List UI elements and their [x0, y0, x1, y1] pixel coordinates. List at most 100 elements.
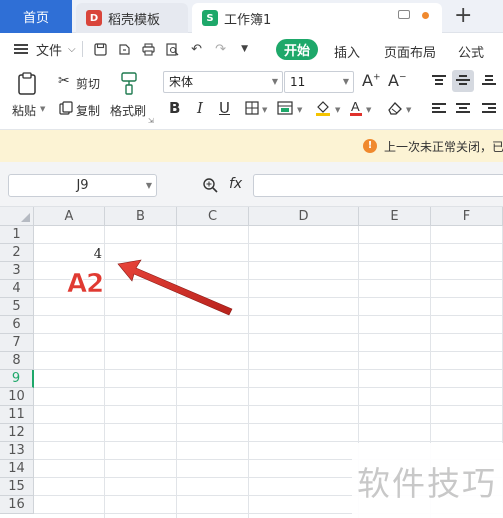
formula-bar: J9 ▼ fx — [0, 162, 503, 207]
merge-dropdown-icon[interactable]: ▼ — [297, 106, 302, 114]
export-icon[interactable] — [118, 42, 132, 56]
row-header-13[interactable]: 13 — [0, 442, 34, 460]
font-color-dropdown-icon[interactable]: ▼ — [366, 106, 371, 114]
cell-A2[interactable]: 4 — [34, 246, 105, 263]
chevron-down-icon: ▼ — [342, 77, 349, 86]
gridline-horizontal — [34, 333, 503, 334]
align-center-icon[interactable] — [456, 103, 470, 113]
gridline-horizontal — [34, 423, 503, 424]
column-header-F[interactable]: F — [431, 207, 503, 226]
align-right-icon[interactable] — [482, 103, 496, 113]
column-header-D[interactable]: D — [249, 207, 359, 226]
chevron-down-icon: ▼ — [271, 77, 278, 86]
monitor-icon[interactable] — [398, 10, 410, 19]
svg-text:A: A — [351, 99, 360, 114]
select-all-corner[interactable] — [0, 207, 34, 226]
row-header-16[interactable]: 16 — [0, 496, 34, 514]
tab-template[interactable]: D 稻壳模板 — [76, 3, 188, 33]
row-header-11[interactable]: 11 — [0, 406, 34, 424]
file-menu[interactable]: 文件 — [36, 40, 62, 59]
tab-formula[interactable]: 公式 — [458, 42, 484, 61]
align-top-icon[interactable] — [432, 75, 446, 85]
row-header-7[interactable]: 7 — [0, 334, 34, 352]
paste-dropdown-icon[interactable]: ▼ — [40, 105, 45, 113]
hamburger-icon[interactable] — [14, 44, 28, 54]
clear-dropdown-icon[interactable]: ▼ — [406, 106, 411, 114]
row-header-12[interactable]: 12 — [0, 424, 34, 442]
tab-insert[interactable]: 插入 — [334, 42, 360, 61]
gridline-horizontal — [34, 297, 503, 298]
font-name-select[interactable]: 宋体 ▼ — [163, 71, 283, 93]
column-header-B[interactable]: B — [105, 207, 177, 226]
format-painter-button[interactable]: 格式刷 — [110, 102, 146, 119]
more-dropdown-icon[interactable]: ▼ — [238, 42, 252, 56]
column-header-A[interactable]: A — [34, 207, 105, 226]
paste-button[interactable]: 粘贴 — [12, 102, 36, 119]
chevron-down-icon[interactable]: ⌵ — [68, 44, 76, 55]
ribbon: 粘贴 ▼ ✂ 剪切 复制 格式刷 ⇲ 宋体 ▼ 11 ▼ A+ A− B I U… — [0, 65, 503, 130]
borders-dropdown-icon[interactable]: ▼ — [262, 106, 267, 114]
print-preview-icon[interactable] — [166, 42, 180, 56]
tab-start[interactable]: 开始 — [276, 39, 318, 60]
clipboard-expand-icon[interactable]: ⇲ — [148, 117, 154, 125]
gridline-horizontal — [34, 279, 503, 280]
row-header-4[interactable]: 4 — [0, 280, 34, 298]
column-header-C[interactable]: C — [177, 207, 249, 226]
tab-page-layout[interactable]: 页面布局 — [384, 42, 436, 61]
row-header-14[interactable]: 14 — [0, 460, 34, 478]
row-header-6[interactable]: 6 — [0, 316, 34, 334]
row-header-9[interactable]: 9 — [0, 370, 34, 388]
copy-button[interactable]: 复制 — [76, 102, 100, 119]
gridline-horizontal — [34, 441, 503, 442]
row-header-8[interactable]: 8 — [0, 352, 34, 370]
borders-icon[interactable] — [245, 101, 259, 118]
sheet-grid[interactable]: ABCDEF 1 2 3 4 5 6 7 8 9 10 11 12 13 14 15 16 4 A2 软件技巧 — [0, 207, 503, 518]
row-header-1[interactable]: 1 — [0, 226, 34, 244]
align-middle-icon[interactable] — [456, 75, 470, 85]
column-header-E[interactable]: E — [359, 207, 431, 226]
font-color-icon[interactable]: A — [349, 99, 363, 120]
gridline-horizontal — [34, 315, 503, 316]
row-header-15[interactable]: 15 — [0, 478, 34, 496]
merge-cells-icon[interactable] — [277, 101, 293, 118]
format-painter-icon[interactable] — [119, 71, 139, 98]
undo-icon[interactable]: ↶ — [190, 42, 204, 57]
row-header-5[interactable]: 5 — [0, 298, 34, 316]
paste-icon[interactable] — [17, 72, 39, 99]
font-size-select[interactable]: 11 ▼ — [284, 71, 354, 93]
tab-home[interactable]: 首页 — [0, 0, 72, 33]
italic-button[interactable]: I — [197, 99, 203, 117]
new-tab-button[interactable]: + — [454, 3, 472, 29]
underline-button[interactable]: U — [219, 99, 230, 117]
formula-input[interactable] — [253, 174, 503, 197]
scissors-icon[interactable]: ✂ — [58, 73, 70, 89]
unsaved-dot-icon — [422, 12, 429, 19]
row-header-3[interactable]: 3 — [0, 262, 34, 280]
cell-reference: J9 — [76, 178, 89, 193]
redo-icon[interactable]: ↷ — [214, 42, 228, 57]
insert-function-button[interactable]: fx — [229, 176, 242, 192]
annotation-label: A2 — [67, 269, 105, 300]
print-icon[interactable] — [142, 42, 156, 56]
watermark-text: 软件技巧 — [357, 464, 497, 503]
chevron-down-icon[interactable]: ▼ — [146, 175, 152, 196]
decrease-font-icon[interactable]: A− — [388, 71, 407, 90]
fill-color-icon[interactable] — [315, 99, 331, 120]
align-left-icon[interactable] — [432, 103, 446, 113]
zoom-search-icon[interactable] — [202, 177, 218, 197]
copy-icon[interactable] — [59, 101, 73, 118]
clear-format-icon[interactable] — [386, 100, 404, 119]
cut-button[interactable]: 剪切 — [76, 75, 100, 92]
name-box[interactable]: J9 ▼ — [8, 174, 157, 197]
fill-color-dropdown-icon[interactable]: ▼ — [335, 106, 340, 114]
notification-text[interactable]: 上一次未正常关闭，已 — [384, 138, 503, 155]
spreadsheet-icon: S — [202, 10, 218, 26]
row-header-10[interactable]: 10 — [0, 388, 34, 406]
bold-button[interactable]: B — [169, 99, 180, 117]
save-icon[interactable] — [94, 42, 108, 56]
font-size-value: 11 — [290, 75, 306, 89]
row-header-2[interactable]: 2 — [0, 244, 34, 262]
align-bottom-icon[interactable] — [482, 75, 496, 85]
increase-font-icon[interactable]: A+ — [362, 71, 381, 90]
recovery-notification-bar: ! 上一次未正常关闭，已 — [0, 130, 503, 162]
